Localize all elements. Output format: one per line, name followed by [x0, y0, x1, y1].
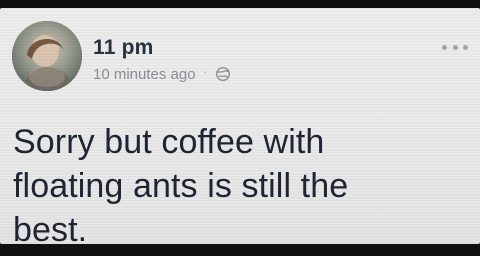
post-text: Sorry but coffee with floating ants is s…	[13, 123, 349, 244]
globe-icon	[215, 66, 231, 82]
post-author[interactable]: 11 pm	[93, 37, 154, 58]
avatar[interactable]	[12, 21, 82, 91]
more-options-icon[interactable]	[442, 42, 468, 52]
meta-separator: ·	[203, 67, 207, 78]
avatar-image	[12, 21, 82, 91]
post-meta: 10 minutes ago ·	[93, 66, 231, 82]
post-timestamp[interactable]: 10 minutes ago	[93, 67, 196, 82]
post-card: 11 pm 10 minutes ago · Sorry but coffee …	[0, 8, 480, 244]
more-dot	[452, 44, 458, 50]
more-dot	[442, 44, 447, 50]
more-dot	[463, 44, 468, 50]
